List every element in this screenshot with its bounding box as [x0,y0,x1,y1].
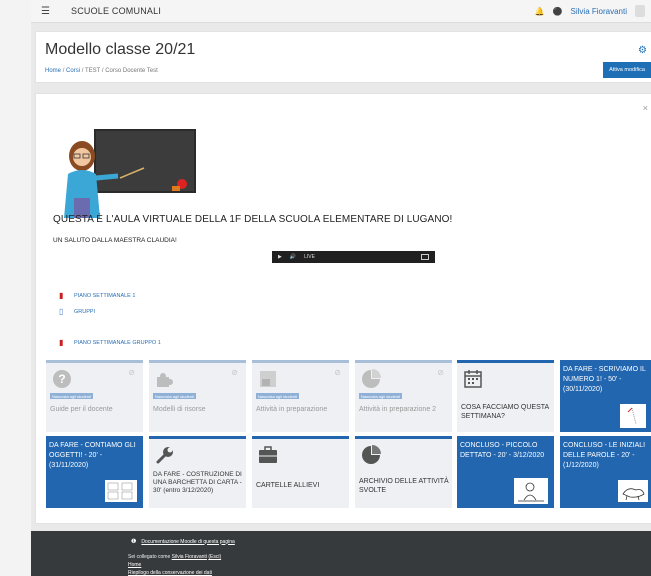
resource-gruppi[interactable]: ▯ GRUPPI [59,307,95,316]
hidden-badge: Nascosta agli studenti [50,393,94,399]
svg-text:?: ? [58,372,65,386]
tile-modelli-risorse[interactable]: ⊘ Nascosta agli studenti Modelli di riso… [149,360,246,432]
chat-icon[interactable]: ⚫ [553,7,563,16]
number-one-thumbnail [620,404,646,428]
counting-thumbnail [105,480,137,502]
puzzle-icon [157,373,173,387]
logged-prefix: Sei collegato come [128,554,171,560]
welcome-heading: QUESTA È L'AULA VIRTUALE DELLA 1F DELLA … [53,214,453,225]
tile-label: DA FARE - SCRIVIAMO IL NUMERO 1! - 50' -… [563,366,646,393]
avatar[interactable] [635,5,645,17]
tile-label: ARCHIVIO DELLE ATTIVITÀ SVOLTE [359,478,449,494]
site-name[interactable]: SCUOLE COMUNALI [71,6,161,16]
pie-chart-icon [362,369,381,388]
top-navbar: ☰ SCUOLE COMUNALI 🔔 ⚫ Silvia Fioravanti [31,0,651,23]
tile-piccolo-dettato[interactable]: CONCLUSO - PICCOLO DETTATO - 20' - 3/12/… [457,436,554,508]
resource-label[interactable]: PIANO SETTIMANALE 1 [74,293,135,299]
breadcrumb-corsi[interactable]: Corsi [66,68,80,74]
user-name[interactable]: Silvia Fioravanti [571,7,627,16]
folder-icon: ▯ [59,307,64,316]
tile-scriviamo-numero[interactable]: DA FARE - SCRIVIAMO IL NUMERO 1! - 50' -… [560,360,651,432]
resource-piano-gruppo-1[interactable]: ▮ PIANO SETTIMANALE GRUPPO 1 [59,338,161,347]
tile-iniziali-parole[interactable]: CONCLUSO - LE INIZIALI DELLE PAROLE - 20… [560,436,651,508]
tile-label: Modelli di risorse [153,406,206,413]
tile-attivita-preparazione-2[interactable]: ⊘ Nascosta agli studenti Attività in pre… [355,360,452,432]
dictation-thumbnail [514,478,548,504]
tile-guide-docente[interactable]: ? ⊘ Nascosta agli studenti Guide per il … [46,360,143,432]
tile-barchetta-carta[interactable]: DA FARE - COSTRUZIONE DI UNA BARCHETTA D… [149,436,246,508]
tile-label: CONCLUSO - LE INIZIALI DELLE PAROLE - 20… [563,442,646,469]
eye-slash-icon[interactable]: ⊘ [128,368,135,377]
footer-doc-link-row: ❶ Documentazione Moodle di questa pagina [131,538,235,546]
resource-piano-settimanale-1[interactable]: ▮ PIANO SETTIMANALE 1 [59,291,135,300]
resource-label[interactable]: GRUPPI [74,309,95,315]
tile-contiamo-oggetti[interactable]: DA FARE - CONTIAMO GLI OGGETTI! - 20' - … [46,436,143,508]
picture-in-picture-icon[interactable] [421,254,429,260]
media-player[interactable]: ▶ 🔊 LIVE [272,251,435,263]
eye-slash-icon[interactable]: ⊘ [334,368,341,377]
tile-attivita-preparazione[interactable]: ⊘ Nascosta agli studenti Attività in pre… [252,360,349,432]
play-icon[interactable]: ▶ [278,254,282,260]
logged-in-info: Sei collegato come Silvia Fioravanti (Es… [128,554,221,560]
eye-slash-icon[interactable]: ⊘ [231,368,238,377]
tile-label: DA FARE - CONTIAMO GLI OGGETTI! - 20' - … [49,442,136,469]
edit-mode-button[interactable]: Attiva modifica [603,62,651,78]
greeting-text: UN SALUTO DALLA MAESTRA CLAUDIA! [53,237,177,244]
page-footer: ❶ Documentazione Moodle di questa pagina… [31,531,651,576]
animal-thumbnail [618,480,648,502]
briefcase-icon [259,446,277,463]
documentation-link[interactable]: Documentazione Moodle di questa pagina [141,539,234,545]
eye-slash-icon[interactable]: ⊘ [437,368,444,377]
live-label: LIVE [304,254,315,260]
logout-link[interactable]: (Esci) [208,554,221,560]
hidden-badge: Nascosta agli studenti [256,393,300,399]
breadcrumb-home[interactable]: Home [45,68,61,74]
logged-user-link[interactable]: Silvia Fioravanti [172,554,207,560]
breadcrumb: Home / Corsi / TEST / Corso Docente Test [45,68,158,74]
volume-icon[interactable]: 🔊 [290,254,296,260]
pdf-icon: ▮ [59,291,64,300]
user-menu-area: 🔔 ⚫ Silvia Fioravanti [535,5,651,17]
pdf-icon: ▮ [59,338,64,347]
tile-label: Guide per il docente [50,406,113,413]
question-icon: ? [53,370,71,388]
tile-label: COSA FACCIAMO QUESTA SETTIMANA? [461,404,549,420]
tile-label: DA FARE - COSTRUZIONE DI UNA BARCHETTA D… [153,471,242,494]
page-header: Modello classe 20/21 Home / Corsi / TEST… [35,31,651,83]
tile-label: Attività in preparazione 2 [359,406,437,413]
resource-label[interactable]: PIANO SETTIMANALE GRUPPO 1 [74,340,161,346]
footer-home-row: Home [128,562,141,568]
tile-cartelle-allievi[interactable]: CARTELLE ALLIEVI [252,436,349,508]
info-icon: ❶ [131,539,137,545]
puzzle-piece-icon [260,371,276,387]
calendar-icon [464,370,482,388]
hidden-badge: Nascosta agli studenti [359,393,403,399]
gear-icon[interactable]: ⚙ [638,45,647,56]
data-retention-link[interactable]: Riepilogo della conservazione dei dati [128,570,212,576]
page-title: Modello classe 20/21 [45,41,196,58]
pie-chart-icon [362,445,381,464]
menu-toggle-icon[interactable]: ☰ [41,6,55,17]
tile-archivio-attivita[interactable]: ARCHIVIO DELLE ATTIVITÀ SVOLTE [355,436,452,508]
tile-label: Attività in preparazione [256,406,328,413]
teacher-illustration [64,129,196,218]
footer-retention-row: Riepilogo della conservazione dei dati [128,570,212,576]
course-content: × QUESTA È L'AULA VIRTUALE DELLA 1F DELL… [35,93,651,524]
close-icon[interactable]: × [643,103,648,113]
hidden-badge: Nascosta agli studenti [153,393,197,399]
left-margin [0,0,31,576]
breadcrumb-course: Corso Docente Test [105,68,158,74]
bell-icon[interactable]: 🔔 [535,7,545,16]
tile-label: CARTELLE ALLIEVI [256,482,320,489]
tile-cosa-facciamo[interactable]: COSA FACCIAMO QUESTA SETTIMANA? [457,360,554,432]
footer-home-link[interactable]: Home [128,562,141,568]
wrench-icon [156,447,173,464]
breadcrumb-test[interactable]: TEST [85,68,100,74]
tile-label: CONCLUSO - PICCOLO DETTATO - 20' - 3/12/… [460,442,545,459]
